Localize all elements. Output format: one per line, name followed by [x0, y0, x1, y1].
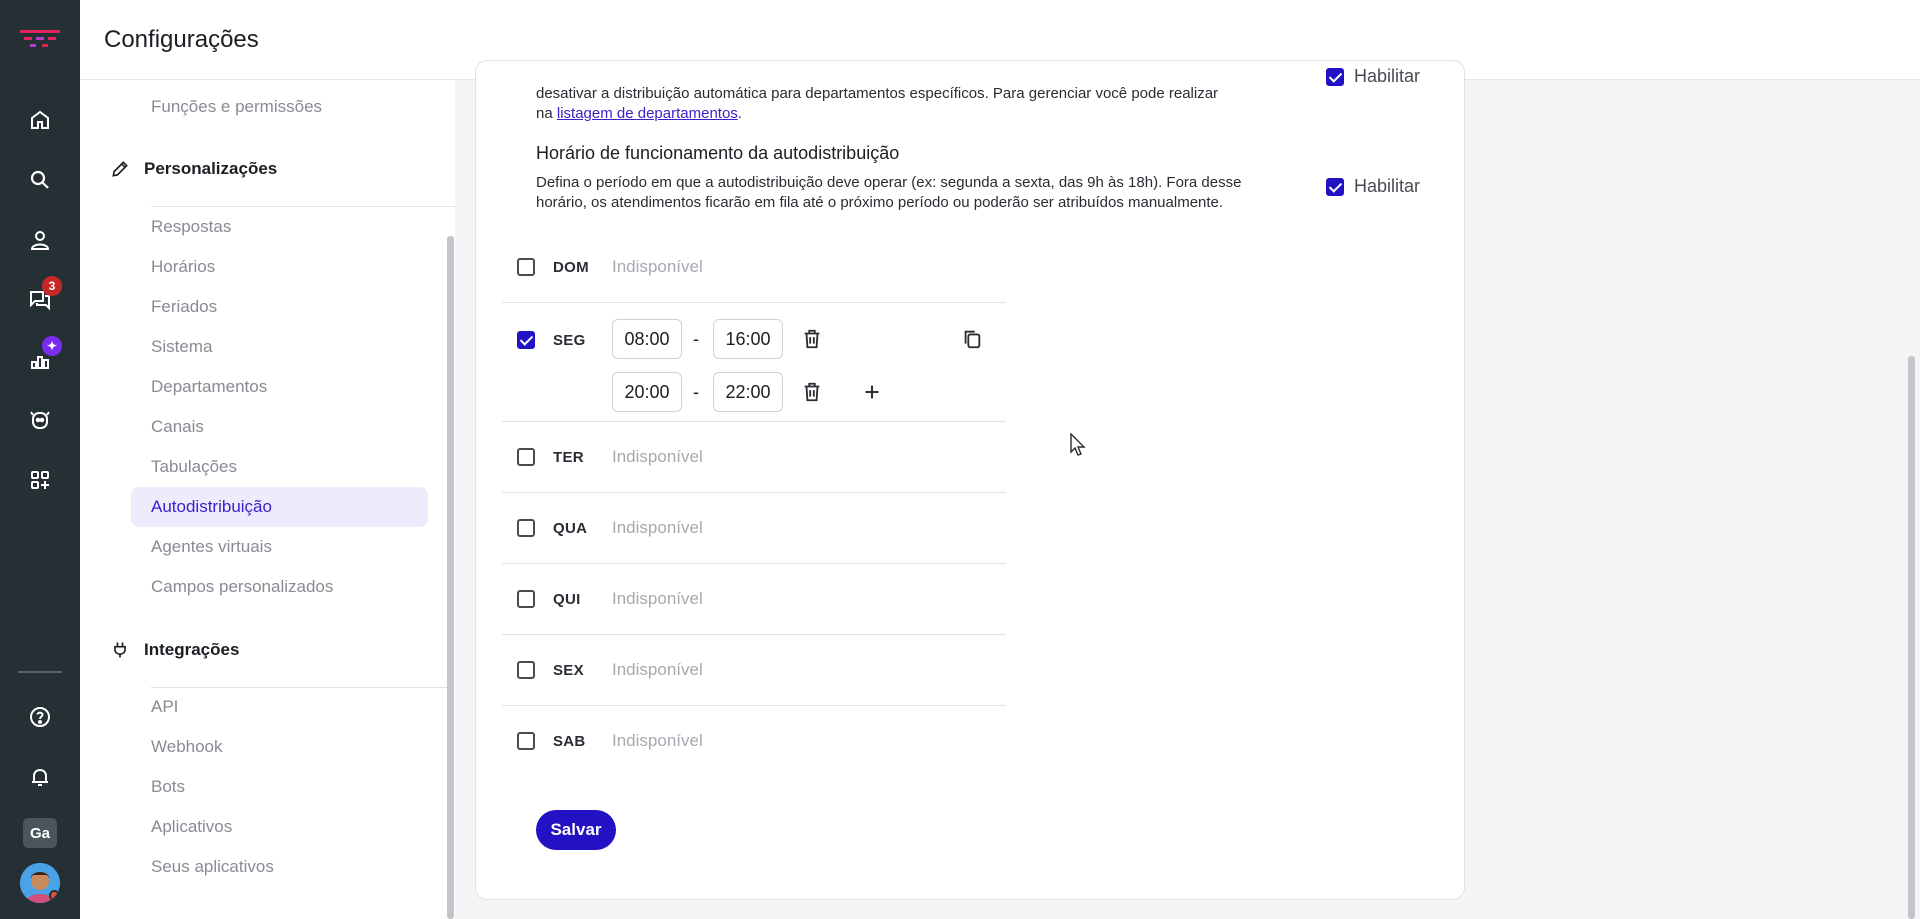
section-personalizacoes: Personalizações [110, 159, 277, 179]
brand-logo[interactable] [20, 28, 60, 50]
sidebar-item-webhook[interactable]: Webhook [131, 727, 428, 767]
day-checkbox-sab[interactable] [517, 732, 535, 750]
page-title: Configurações [104, 25, 259, 53]
sidebar-scrollbar[interactable] [447, 236, 454, 919]
schedule-enable-toggle[interactable]: Habilitar [1326, 176, 1420, 197]
sidebar-item-horarios[interactable]: Horários [131, 247, 428, 287]
departments-enable-toggle[interactable]: Habilitar [1326, 66, 1420, 87]
day-status: Indisponível [612, 589, 703, 608]
settings-sidebar: Funções e permissões Personalizações Res… [80, 80, 455, 919]
sparkle-badge: ✦ [41, 336, 62, 356]
schedule-description: Defina o período em que a autodistribuiç… [536, 174, 1242, 211]
org-switcher[interactable]: Ga [23, 818, 57, 848]
sidebar-item-autodistribuicao[interactable]: Autodistribuição [131, 487, 428, 527]
search-icon[interactable] [20, 160, 60, 200]
plus-icon[interactable] [858, 378, 886, 406]
autodistribution-card: desativar a distribuição automática para… [475, 60, 1465, 900]
mouse-cursor-icon [1070, 433, 1086, 456]
sidebar-item-campos-personalizados[interactable]: Campos personalizados [131, 567, 428, 607]
sidebar-item-tabulacoes[interactable]: Tabulações [131, 447, 428, 487]
save-button[interactable]: Salvar [536, 810, 616, 850]
enable-label: Habilitar [1354, 176, 1421, 196]
sidebar-item-funcoes[interactable]: Funções e permissões [131, 87, 428, 127]
day-label: SEG [553, 332, 586, 349]
bell-icon[interactable] [20, 757, 60, 797]
rail-divider [18, 671, 62, 673]
trash-icon[interactable] [798, 325, 826, 353]
start-time-input[interactable]: 20:00 [612, 372, 682, 412]
presence-status [49, 890, 60, 901]
day-checkbox-ter[interactable] [517, 448, 535, 466]
main-content: desativar a distribuição automática para… [455, 60, 1920, 919]
day-status: Indisponível [612, 518, 703, 537]
sidebar-item-canais[interactable]: Canais [131, 407, 428, 447]
sidebar-item-api[interactable]: API [131, 687, 428, 727]
day-row-qui: QUI Indisponível [502, 564, 1006, 635]
reports-icon[interactable]: ✦ [20, 336, 62, 380]
day-label: TER [553, 449, 584, 466]
sidebar-item-seus-aplicativos[interactable]: Seus aplicativos [131, 847, 428, 887]
day-checkbox-dom[interactable] [517, 258, 535, 276]
description-prefix: na [536, 105, 557, 122]
day-label: SAB [553, 733, 586, 750]
plug-icon [114, 642, 126, 658]
day-row-seg: SEG 08:00 - 16:00 20:00 - 22:00 [502, 303, 1006, 422]
copy-icon[interactable] [958, 325, 986, 353]
day-row-dom: DOM Indisponível [502, 231, 1006, 303]
day-label: QUA [553, 520, 588, 537]
day-label: QUI [553, 591, 581, 608]
help-icon[interactable] [20, 697, 60, 737]
sidebar-item-agentes-virtuais[interactable]: Agentes virtuais [131, 527, 428, 567]
bot-icon[interactable] [20, 400, 60, 440]
pencil-icon [112, 161, 128, 177]
day-row-sab: SAB Indisponível [502, 706, 1006, 777]
end-time-input[interactable]: 16:00 [713, 319, 783, 359]
section-integracoes: Integrações [110, 640, 239, 660]
day-checkbox-sex[interactable] [517, 661, 535, 679]
sidebar-item-feriados[interactable]: Feriados [131, 287, 428, 327]
departments-enable-checkbox[interactable] [1326, 67, 1344, 86]
sidebar-item-respostas[interactable]: Respostas [131, 207, 428, 247]
sidebar-item-bots[interactable]: Bots [131, 767, 428, 807]
trash-icon[interactable] [798, 378, 826, 406]
departments-description: desativar a distribuição automática para… [536, 84, 1296, 124]
sidebar-item-departamentos[interactable]: Departamentos [131, 367, 428, 407]
unread-badge: 3 [42, 276, 62, 296]
app-rail: 3 ✦ Ga [0, 0, 80, 919]
day-row-ter: TER Indisponível [502, 422, 1006, 493]
apps-icon[interactable] [20, 460, 60, 500]
section-title: Personalizações [144, 159, 278, 178]
sidebar-item-aplicativos[interactable]: Aplicativos [131, 807, 428, 847]
day-status: Indisponível [612, 257, 703, 276]
day-label: SEX [553, 662, 584, 679]
departments-list-link[interactable]: listagem de departamentos [557, 105, 738, 122]
day-status: Indisponível [612, 447, 703, 466]
day-row-qua: QUA Indisponível [502, 493, 1006, 564]
range-separator: - [693, 329, 699, 349]
day-checkbox-qua[interactable] [517, 519, 535, 537]
range-separator: - [693, 382, 699, 402]
enable-label: Habilitar [1354, 66, 1421, 86]
description-line: desativar a distribuição automática para… [536, 85, 1219, 102]
day-status: Indisponível [612, 660, 703, 679]
day-row-sex: SEX Indisponível [502, 635, 1006, 706]
contacts-icon[interactable] [20, 220, 60, 260]
main-scrollbar[interactable] [1908, 356, 1915, 919]
schedule-enable-checkbox[interactable] [1326, 177, 1344, 196]
sidebar-item-sistema[interactable]: Sistema [131, 327, 428, 367]
chats-icon[interactable]: 3 [20, 276, 62, 320]
description-suffix: . [737, 105, 742, 122]
start-time-input[interactable]: 08:00 [612, 319, 682, 359]
schedule-title: Horário de funcionamento da autodistribu… [536, 143, 900, 163]
day-status: Indisponível [612, 731, 703, 750]
home-icon[interactable] [20, 100, 60, 140]
day-checkbox-seg[interactable] [517, 331, 535, 349]
section-title: Integrações [144, 640, 240, 659]
day-label: DOM [553, 259, 589, 276]
end-time-input[interactable]: 22:00 [713, 372, 783, 412]
user-avatar[interactable] [20, 863, 60, 903]
day-checkbox-qui[interactable] [517, 590, 535, 608]
